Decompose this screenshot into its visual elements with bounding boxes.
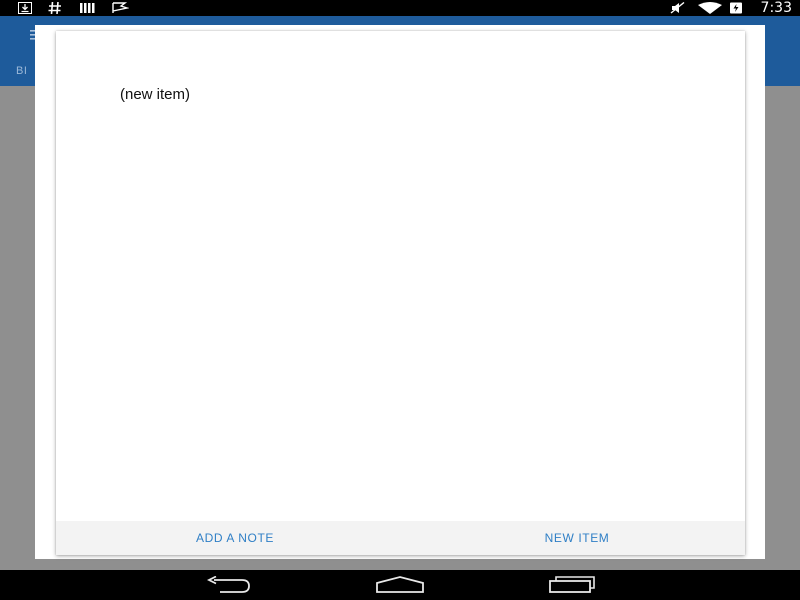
recents-icon[interactable] (548, 576, 596, 594)
app-tab-label[interactable]: BI (16, 65, 27, 77)
wifi-icon (698, 2, 722, 14)
dialog-item-text[interactable]: (new item) (120, 86, 190, 103)
home-icon[interactable] (375, 576, 425, 594)
dialog-footer: ADD A NOTE NEW ITEM (56, 521, 745, 555)
navigation-bar (0, 570, 800, 600)
status-bar: 7:33 (0, 0, 800, 16)
flag-icon (112, 2, 129, 13)
signal-bars-icon (80, 3, 95, 13)
mute-icon (670, 2, 685, 14)
item-dialog: (new item) ADD A NOTE NEW ITEM (56, 31, 745, 555)
battery-icon (730, 2, 742, 14)
add-note-button[interactable]: ADD A NOTE (140, 521, 330, 555)
new-item-button[interactable]: NEW ITEM (482, 521, 672, 555)
download-icon (18, 2, 32, 14)
clock: 7:33 (760, 0, 792, 16)
back-icon[interactable] (206, 576, 252, 594)
hash-icon (48, 2, 61, 14)
